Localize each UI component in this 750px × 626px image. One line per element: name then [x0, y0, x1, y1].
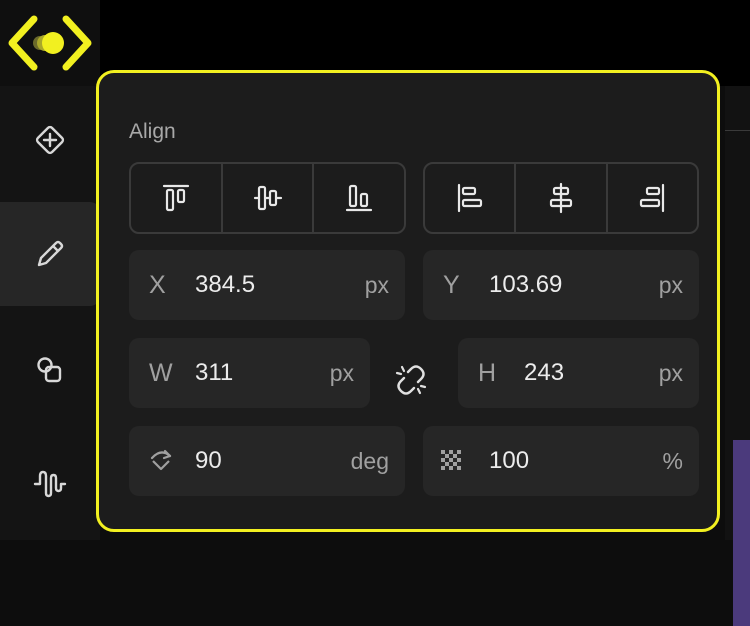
sidebar-item-shapes[interactable] [0, 318, 100, 422]
align-top-icon [162, 184, 189, 212]
logo-icon [8, 15, 92, 71]
rotation-value[interactable]: 90 [195, 447, 222, 475]
rotation-unit: deg [350, 447, 389, 474]
sidebar [0, 86, 100, 540]
align-top-button[interactable] [131, 164, 221, 232]
height-field[interactable]: H 243 px [458, 338, 699, 408]
h-unit: px [658, 359, 683, 386]
align-horizontal-center-icon [549, 182, 573, 214]
rotation-field[interactable]: 90 deg [129, 426, 405, 496]
shapes-icon [37, 357, 62, 383]
y-label: Y [443, 270, 460, 299]
pencil-icon [37, 240, 64, 267]
align-vertical-center-button[interactable] [220, 164, 313, 232]
align-left-button[interactable] [425, 164, 514, 232]
opacity-field[interactable]: 100 % [423, 426, 699, 496]
app-logo[interactable] [0, 0, 100, 86]
w-value[interactable]: 311 [195, 359, 233, 387]
canvas-divider [725, 130, 750, 131]
sidebar-item-add[interactable] [0, 88, 100, 192]
sidebar-item-audio[interactable] [0, 432, 100, 536]
vertical-align-group [129, 162, 406, 234]
y-position-field[interactable]: Y 103.69 px [423, 250, 699, 320]
canvas-selection [733, 440, 750, 626]
opacity-checker-icon [441, 450, 463, 477]
align-horizontal-center-button[interactable] [514, 164, 605, 232]
align-right-button[interactable] [605, 164, 697, 232]
horizontal-align-group [423, 162, 699, 234]
align-right-icon [640, 183, 665, 213]
h-label: H [478, 358, 497, 387]
w-label: W [149, 358, 173, 387]
sidebar-item-edit[interactable] [0, 202, 100, 306]
w-unit: px [329, 359, 354, 386]
panel-title: Align [129, 120, 176, 143]
align-left-icon [457, 183, 482, 213]
align-vertical-center-icon [253, 185, 282, 211]
waveform-icon [33, 470, 67, 498]
x-unit: px [364, 271, 389, 298]
align-bottom-icon [346, 184, 373, 212]
opacity-value[interactable]: 100 [489, 447, 529, 475]
opacity-unit: % [662, 447, 683, 474]
y-unit: px [658, 271, 683, 298]
add-icon [35, 125, 65, 155]
width-field[interactable]: W 311 px [129, 338, 370, 408]
x-position-field[interactable]: X 384.5 px [129, 250, 405, 320]
canvas-edge [725, 86, 750, 626]
unlink-icon [395, 365, 427, 395]
x-value[interactable]: 384.5 [195, 271, 255, 299]
design-panel: Align X 384.5 px Y 103.69 px W 311 px H … [96, 70, 720, 532]
align-bottom-button[interactable] [312, 164, 404, 232]
rotation-icon [147, 447, 175, 480]
y-value[interactable]: 103.69 [489, 271, 562, 299]
x-label: X [149, 270, 166, 299]
h-value[interactable]: 243 [524, 359, 564, 387]
lock-aspect-ratio-button[interactable] [393, 362, 429, 398]
